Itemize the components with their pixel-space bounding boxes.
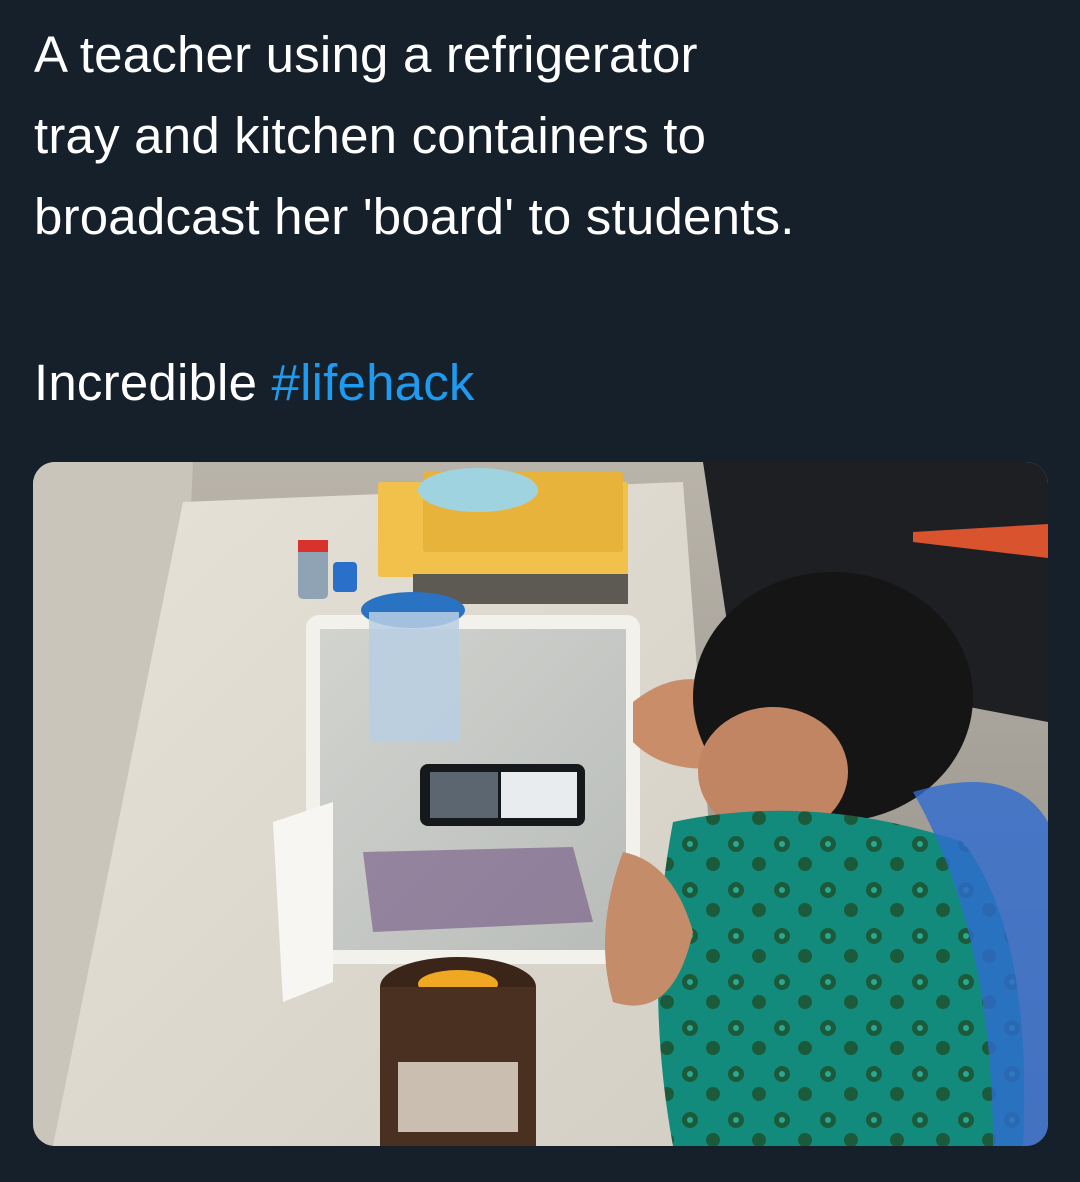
tweet-text-incredible: Incredible <box>34 354 272 411</box>
bottle-cap-red <box>298 540 328 552</box>
brown-jar-sticker <box>398 1062 518 1132</box>
paragraph-break <box>34 257 1054 342</box>
hashtag-link[interactable]: #lifehack <box>272 354 475 411</box>
tweet-text-line-1: A teacher using a refrigerator <box>34 26 698 83</box>
bottle-cap-blue <box>333 562 357 592</box>
paper-sheet <box>273 802 333 1002</box>
written-notes <box>363 847 593 932</box>
face-mask <box>418 468 538 512</box>
photo-illustration <box>33 462 1048 1146</box>
phone-screen-video <box>430 772 498 818</box>
phone-screen-panel <box>501 772 577 818</box>
small-bottle <box>298 544 328 599</box>
tweet-text-line-2: tray and kitchen containers to <box>34 107 707 164</box>
tweet-photo[interactable] <box>33 462 1048 1146</box>
blue-jar-body <box>369 612 459 742</box>
tweet-text-line-3: broadcast her 'board' to students. <box>34 188 795 245</box>
tweet-text: A teacher using a refrigerator tray and … <box>34 14 1054 423</box>
tweet-text-line-4: Incredible #lifehack <box>34 342 1054 423</box>
